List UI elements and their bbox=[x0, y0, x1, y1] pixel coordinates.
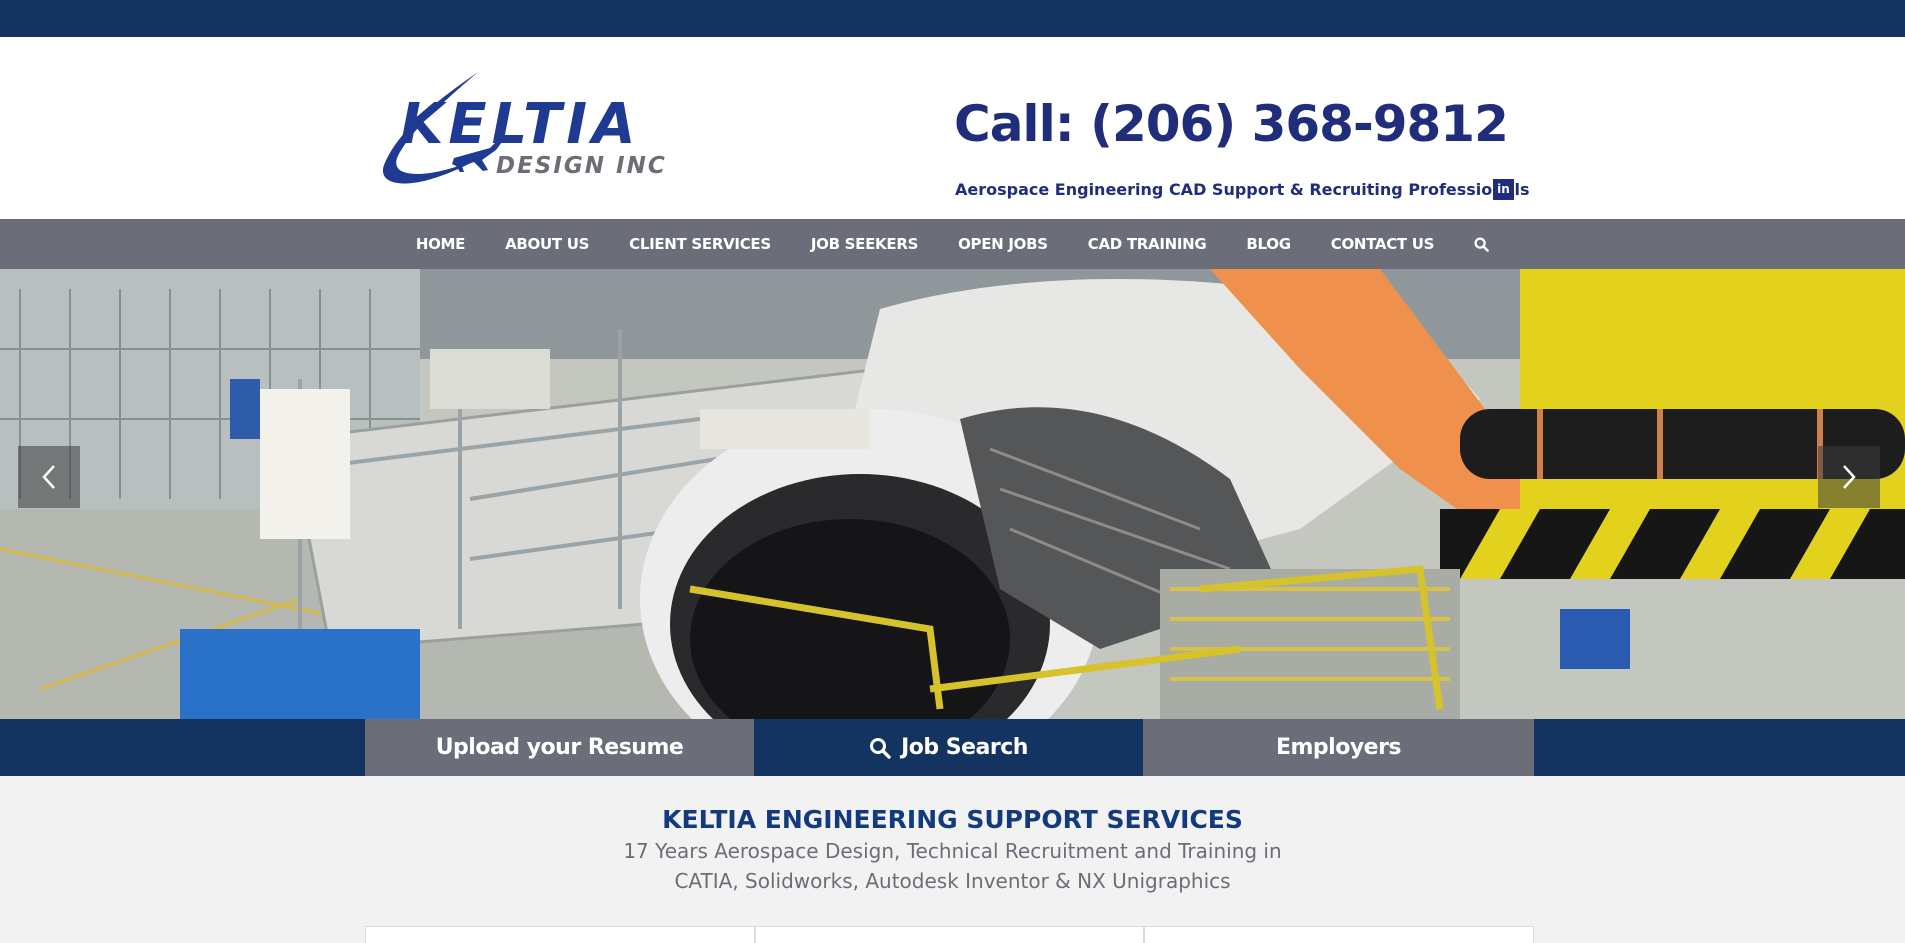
hero-slider bbox=[0, 269, 1905, 719]
nav-item-contact-us[interactable]: CONTACT US bbox=[1311, 219, 1454, 269]
hero-image bbox=[0, 269, 1905, 719]
search-icon bbox=[870, 737, 891, 759]
upload-resume-button[interactable]: Upload your Resume bbox=[365, 719, 754, 776]
intro-line-2: CATIA, Solidworks, Autodesk Inventor & N… bbox=[674, 869, 1231, 893]
slider-next-button[interactable] bbox=[1818, 446, 1880, 508]
logo-subtitle: DESIGN INC bbox=[496, 153, 667, 179]
intro-line-1: 17 Years Aerospace Design, Technical Rec… bbox=[623, 839, 1282, 863]
chevron-right-icon bbox=[1843, 465, 1856, 489]
nav-item-client-services[interactable]: CLIENT SERVICES bbox=[609, 219, 791, 269]
service-card bbox=[1144, 926, 1535, 943]
cta-band: Upload your Resume Job Search Employers bbox=[0, 719, 1905, 776]
service-card bbox=[365, 926, 755, 943]
nav-item-cad-training[interactable]: CAD TRAINING bbox=[1068, 219, 1227, 269]
job-search-button[interactable]: Job Search bbox=[754, 719, 1143, 776]
chevron-left-icon bbox=[42, 465, 55, 489]
main-navigation: HOME ABOUT US CLIENT SERVICES JOB SEEKER… bbox=[0, 219, 1905, 269]
nav-item-home[interactable]: HOME bbox=[396, 219, 485, 269]
job-search-label: Job Search bbox=[901, 735, 1028, 760]
intro-section: KELTIA ENGINEERING SUPPORT SERVICES 17 Y… bbox=[0, 776, 1905, 943]
nav-item-blog[interactable]: BLOG bbox=[1226, 219, 1310, 269]
nav-item-open-jobs[interactable]: OPEN JOBS bbox=[938, 219, 1068, 269]
intro-title: KELTIA ENGINEERING SUPPORT SERVICES bbox=[662, 805, 1243, 834]
service-card bbox=[754, 926, 1145, 943]
nav-items: HOME ABOUT US CLIENT SERVICES JOB SEEKER… bbox=[0, 219, 1905, 269]
employers-button[interactable]: Employers bbox=[1143, 719, 1534, 776]
keltia-logo[interactable]: KELTIA DESIGN INC bbox=[378, 70, 673, 190]
top-bar bbox=[0, 0, 1905, 37]
employers-label: Employers bbox=[1275, 735, 1402, 760]
slider-prev-button[interactable] bbox=[18, 446, 80, 508]
nav-item-about-us[interactable]: ABOUT US bbox=[485, 219, 609, 269]
site-header: KELTIA DESIGN INC Call: (206) 368-9812 A… bbox=[0, 37, 1905, 219]
service-cards bbox=[365, 926, 1535, 943]
nav-item-job-seekers[interactable]: JOB SEEKERS bbox=[791, 219, 938, 269]
nav-search-button[interactable] bbox=[1454, 219, 1509, 269]
page: KELTIA DESIGN INC Call: (206) 368-9812 A… bbox=[0, 0, 1905, 943]
upload-resume-label: Upload your Resume bbox=[435, 735, 684, 760]
search-icon bbox=[1474, 236, 1489, 252]
linkedin-icon[interactable]: in bbox=[1493, 179, 1514, 200]
logo-wordmark: KELTIA bbox=[400, 92, 641, 157]
